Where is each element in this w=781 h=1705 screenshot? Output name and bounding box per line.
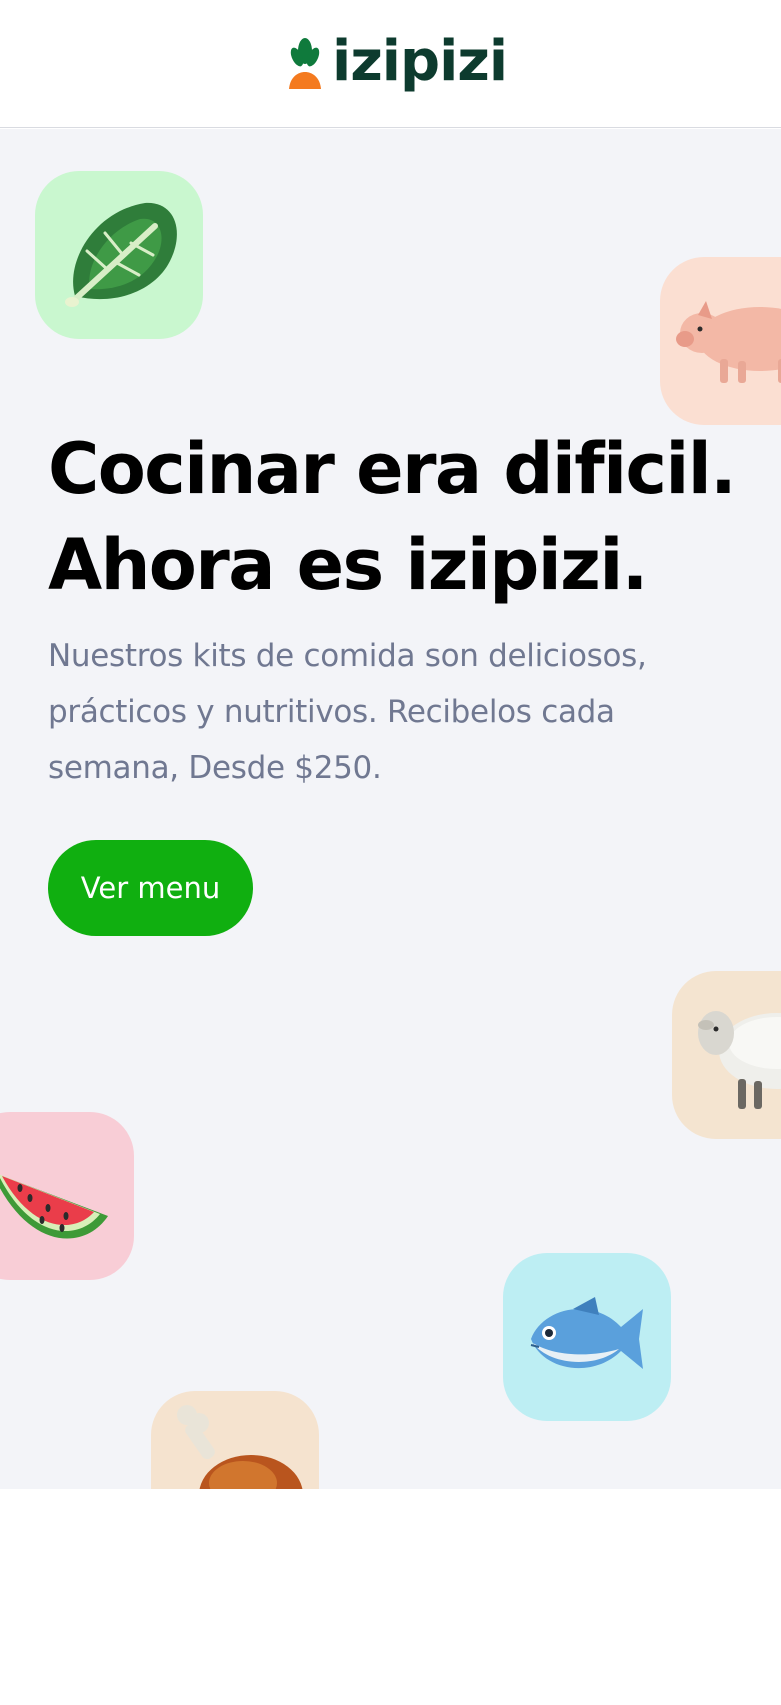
headline-line-1: Cocinar era dificil. — [48, 428, 737, 510]
chicken-leg-icon — [177, 1405, 303, 1489]
sheep-tile — [672, 971, 781, 1139]
pig-icon — [676, 301, 781, 383]
hero-section: Cocinar era dificil. Ahora es izipizi. N… — [0, 129, 781, 1489]
hero-headline: Cocinar era dificil. Ahora es izipizi. — [48, 421, 768, 613]
watermelon-tile — [0, 1112, 134, 1280]
site-header: izipizi — [0, 0, 781, 128]
logo-wordmark: izipizi — [332, 29, 508, 94]
chicken-leg-tile — [151, 1391, 319, 1489]
hero-subtitle: Nuestros kits de comida son deliciosos, … — [48, 638, 647, 786]
fish-tile — [503, 1253, 671, 1421]
lettuce-icon — [65, 202, 177, 307]
fish-icon — [530, 1297, 643, 1369]
carrot-icon — [289, 38, 321, 89]
headline-line-2: Ahora es izipizi. — [48, 524, 648, 606]
watermelon-icon — [0, 1174, 108, 1239]
lettuce-tile — [35, 171, 203, 339]
brand-logo[interactable]: izipizi — [288, 29, 508, 100]
sheep-icon — [698, 1011, 781, 1109]
view-menu-button[interactable]: Ver menu — [48, 840, 253, 936]
pig-tile — [660, 257, 781, 425]
